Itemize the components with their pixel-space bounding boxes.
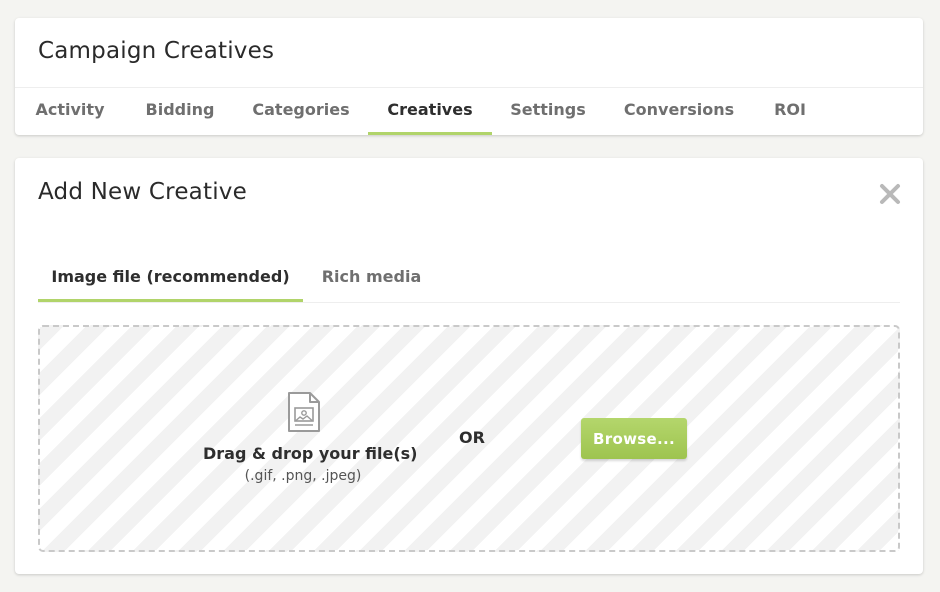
browse-button[interactable]: Browse... [581, 418, 687, 459]
allowed-extensions: (.gif, .png, .jpeg) [244, 468, 362, 484]
close-icon[interactable] [879, 183, 901, 205]
campaign-header-card: Campaign Creatives Activity Bidding Cate… [15, 18, 923, 135]
tab-image-file[interactable]: Image file (recommended) [38, 258, 303, 302]
panel-title: Add New Creative [38, 179, 247, 205]
page-title: Campaign Creatives [38, 38, 275, 64]
tab-activity[interactable]: Activity [15, 88, 125, 135]
tab-creatives[interactable]: Creatives [368, 88, 492, 135]
file-dropzone[interactable]: Drag & drop your file(s) (.gif, .png, .j… [38, 325, 900, 552]
add-creative-card: Add New Creative Image file (recommended… [15, 158, 923, 574]
tab-rich-media[interactable]: Rich media [303, 258, 440, 302]
image-file-icon [286, 391, 322, 433]
drag-drop-label: Drag & drop your file(s) [203, 444, 418, 463]
tab-roi[interactable]: ROI [754, 88, 826, 135]
tab-bidding[interactable]: Bidding [125, 88, 235, 135]
tab-conversions[interactable]: Conversions [604, 88, 754, 135]
tab-categories[interactable]: Categories [235, 88, 367, 135]
or-separator: OR [459, 428, 485, 447]
tab-settings[interactable]: Settings [492, 88, 604, 135]
creative-type-tabs: Image file (recommended) Rich media [38, 258, 900, 303]
